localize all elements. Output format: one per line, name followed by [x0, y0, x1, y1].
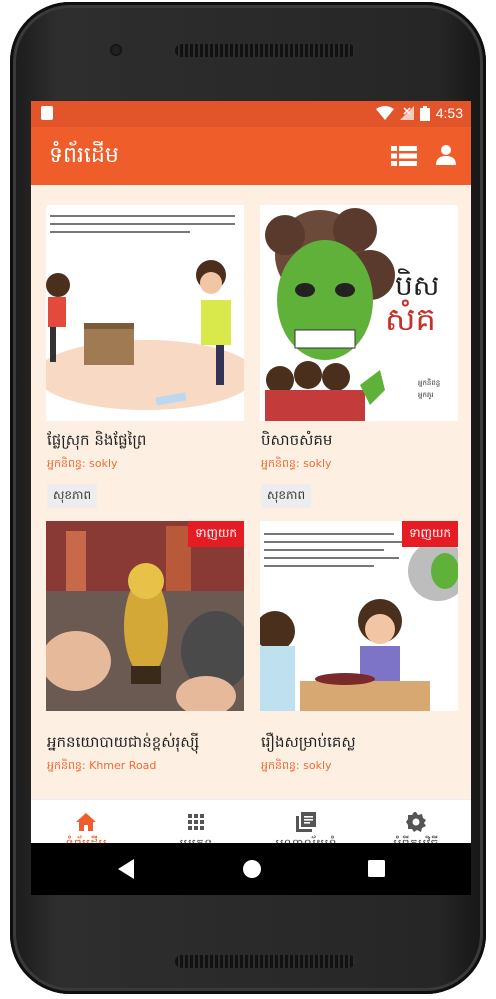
recents-icon[interactable]: [368, 860, 385, 877]
account-icon[interactable]: [435, 144, 457, 166]
book-cover[interactable]: បិស សំគ អ្នកនិពន្ធ អ្នកគូរ: [260, 205, 458, 421]
cover-photo: [46, 521, 244, 711]
book-author: អ្នកនិពន្ធ: Khmer Road: [47, 759, 157, 772]
book-title: ផ្លែស្រុក និងផ្លែព្រៃ: [47, 431, 147, 449]
book-cover[interactable]: [46, 205, 244, 421]
system-navigation-bar: [31, 843, 471, 895]
book-card[interactable]: ទាញយក រឿងសម្រាប់គេស្ល អ្នកនិពន្ធ: sokly: [260, 521, 458, 799]
home-circle-icon[interactable]: [242, 859, 262, 879]
book-card[interactable]: ទាញយក អ្នកនយោបាយជាន់ខ្ពស់រុស្ស៊ី អ្នកនិព…: [46, 521, 244, 799]
battery-icon: [419, 105, 430, 121]
book-card[interactable]: ផ្លែស្រុក និងផ្លែព្រៃ អ្នកនិពន្ធ: sokly …: [46, 205, 244, 508]
bottom-speaker: [175, 955, 355, 968]
book-title: រឿងសម្រាប់គេស្ល: [261, 733, 356, 751]
svg-text:អ្នកគូរ: អ្នកគូរ: [418, 391, 434, 400]
book-card[interactable]: បិស សំគ អ្នកនិពន្ធ អ្នកគូរ បិសាចសំគម អ្ន…: [260, 205, 458, 508]
gear-icon: [406, 812, 426, 832]
app-screen: 4:53 ទំព័រដើម ផ្លែស្រុក និងផ្លែព្រៃ អ្នក…: [31, 101, 471, 895]
book-author: អ្នកនិពន្ធ: sokly: [261, 457, 332, 470]
category-tag[interactable]: សុខភាព: [47, 484, 98, 508]
book-author: អ្នកនិពន្ធ: sokly: [47, 457, 118, 470]
svg-text:អ្នកនិពន្ធ: អ្នកនិពន្ធ: [418, 378, 440, 387]
page-title: ទំព័រដើម: [49, 143, 119, 168]
sd-card-icon: [41, 106, 53, 120]
list-view-icon[interactable]: [391, 145, 417, 167]
signal-icon: [399, 106, 414, 120]
library-icon: [296, 812, 316, 832]
back-icon[interactable]: [118, 859, 136, 879]
wifi-icon: [375, 106, 394, 120]
cover-illustration: [46, 205, 244, 421]
book-cover[interactable]: ទាញយក: [260, 521, 458, 711]
svg-text:បិស: បិស: [395, 268, 439, 302]
book-grid: ផ្លែស្រុក និងផ្លែព្រៃ អ្នកនិពន្ធ: sokly …: [31, 185, 471, 799]
home-icon: [76, 813, 96, 831]
category-tag[interactable]: សុខភាព: [261, 484, 312, 508]
app-bar: ទំព័រដើម: [31, 127, 471, 185]
download-badge[interactable]: ទាញយក: [402, 521, 458, 547]
book-author: អ្នកនិពន្ធ: sokly: [261, 759, 332, 772]
book-title: អ្នកនយោបាយជាន់ខ្ពស់រុស្ស៊ី: [47, 733, 200, 751]
download-badge[interactable]: ទាញយក: [188, 521, 244, 547]
cover-illustration: [260, 521, 458, 711]
cover-illustration: បិស សំគ អ្នកនិពន្ធ អ្នកគូរ: [260, 205, 458, 421]
status-time: 4:53: [435, 105, 463, 121]
svg-text:សំគ: សំគ: [385, 299, 436, 338]
front-camera: [110, 44, 122, 56]
top-speaker: [175, 44, 355, 57]
grid-icon: [188, 814, 204, 830]
book-cover[interactable]: ទាញយក: [46, 521, 244, 711]
status-bar: 4:53: [31, 101, 471, 127]
book-title: បិសាចសំគម: [261, 431, 333, 449]
